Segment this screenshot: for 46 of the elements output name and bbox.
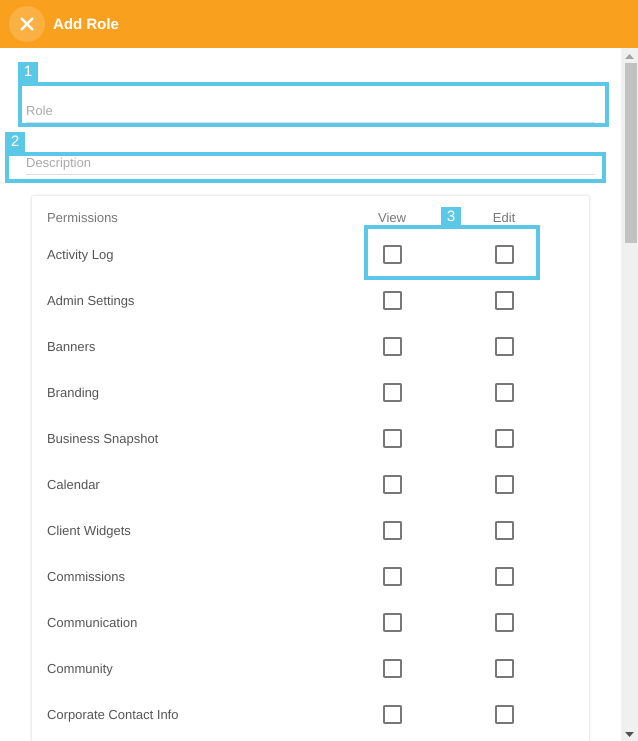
permission-name: Branding — [47, 384, 100, 400]
edit-checkbox[interactable] — [494, 290, 514, 310]
view-checkbox[interactable] — [382, 428, 402, 448]
view-checkbox[interactable] — [382, 612, 402, 632]
column-header: View — [378, 210, 406, 224]
callout-number: 2 — [5, 132, 25, 152]
permission-name: Admin Settings — [47, 292, 136, 308]
permission-name: Calendar — [47, 476, 101, 492]
edit-checkbox[interactable] — [494, 474, 514, 494]
view-checkbox[interactable] — [382, 382, 402, 402]
scrollbar[interactable] — [621, 48, 638, 741]
permission-name: Communication — [47, 614, 138, 630]
scrollbar-thumb[interactable] — [624, 63, 636, 243]
callout-number: 3 — [441, 207, 461, 227]
permission-name: Community — [47, 660, 114, 676]
edit-checkbox[interactable] — [494, 428, 514, 448]
text-field[interactable]: Description — [26, 150, 595, 175]
close-icon — [19, 16, 35, 32]
permission-name: Business Snapshot — [47, 430, 160, 446]
view-checkbox[interactable] — [382, 520, 402, 540]
permission-name: Corporate Contact Info — [47, 706, 180, 722]
edit-checkbox[interactable] — [494, 382, 514, 402]
callout-number: 1 — [18, 62, 38, 82]
view-checkbox[interactable] — [382, 290, 402, 310]
view-checkbox[interactable] — [382, 474, 402, 494]
column-header: Edit — [492, 210, 516, 224]
edit-checkbox[interactable] — [494, 612, 514, 632]
edit-checkbox[interactable] — [494, 520, 514, 540]
permission-name: Banners — [47, 338, 96, 354]
edit-checkbox[interactable] — [494, 704, 514, 724]
view-checkbox[interactable] — [382, 566, 402, 586]
permission-name: Client Widgets — [47, 522, 132, 538]
dialog-title: Add Role — [53, 16, 119, 32]
scroll-down-icon[interactable] — [625, 732, 634, 737]
edit-checkbox[interactable] — [494, 566, 514, 586]
view-checkbox[interactable] — [382, 704, 402, 724]
view-checkbox[interactable] — [382, 336, 402, 356]
permission-name: Commissions — [47, 568, 126, 584]
view-checkbox[interactable] — [382, 244, 402, 264]
view-checkbox[interactable] — [382, 658, 402, 678]
edit-checkbox[interactable] — [494, 336, 514, 356]
edit-checkbox[interactable] — [494, 244, 514, 264]
edit-checkbox[interactable] — [494, 658, 514, 678]
text-field[interactable]: Role — [26, 98, 595, 123]
permission-name: Activity Log — [47, 246, 114, 262]
column-header: Permissions — [47, 210, 119, 224]
